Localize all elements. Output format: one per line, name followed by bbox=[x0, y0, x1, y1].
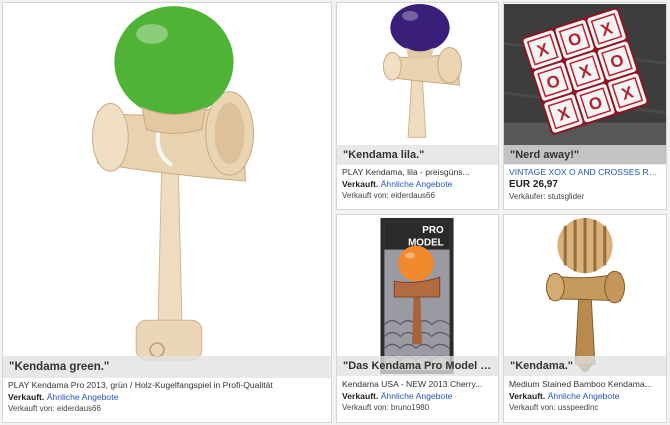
kendama-ball bbox=[390, 3, 450, 52]
listing-caption: "Kendama lila." bbox=[337, 145, 498, 165]
xo-cube-photo: X O XO X OX O X bbox=[504, 3, 666, 165]
listing-card-kendama-pro-model[interactable]: PRO MODEL "Das Kendama Pro Model von K..… bbox=[336, 214, 499, 423]
package-label-pro: PRO bbox=[422, 225, 444, 236]
seller-label: Verkauft von: eiderdaus66 bbox=[8, 404, 101, 413]
similar-offers-link[interactable]: Ähnliche Angebote bbox=[548, 391, 620, 401]
sold-status: Verkauft. bbox=[342, 391, 379, 401]
similar-offers-link[interactable]: Ähnliche Angebote bbox=[381, 179, 453, 189]
listing-caption: "Das Kendama Pro Model von K..." bbox=[337, 356, 498, 376]
listing-info: PLAY Kendama Pro 2013, grün / Holz-Kugel… bbox=[3, 376, 331, 422]
seller-label: Verkauft von: eiderdaus66 bbox=[342, 191, 435, 200]
listing-info: Kendama USA - NEW 2013 Cherry... Verkauf… bbox=[337, 375, 498, 422]
listing-title[interactable]: Kendama USA - NEW 2013 Cherry... bbox=[342, 378, 493, 390]
kendama-ball bbox=[114, 6, 234, 118]
kendama-bamboo-photo bbox=[504, 215, 666, 376]
listing-info: Medium Stained Bamboo Kendama... Verkauf… bbox=[504, 375, 666, 422]
kendama-green-photo bbox=[3, 4, 331, 376]
sold-status: Verkauft. bbox=[8, 392, 45, 402]
listing-image[interactable]: PRO MODEL bbox=[337, 215, 498, 376]
listing-image[interactable]: XOXOXOXOX bbox=[504, 3, 666, 165]
sold-status: Verkauft. bbox=[342, 179, 379, 189]
similar-offers-link[interactable]: Ähnliche Angebote bbox=[381, 391, 453, 401]
kendama-lila-photo bbox=[337, 3, 498, 165]
listing-title[interactable]: VINTAGE XOX O AND CROSSES RUBI... bbox=[509, 166, 661, 178]
listing-info: PLAY Kendama, lila - preisgüns... Verkau… bbox=[337, 163, 498, 209]
listing-price: EUR 26,97 bbox=[509, 179, 558, 190]
seller-label: Verkauft von: bruno1980 bbox=[342, 403, 430, 412]
listing-title[interactable]: PLAY Kendama, lila - preisgüns... bbox=[342, 166, 493, 178]
listing-title[interactable]: PLAY Kendama Pro 2013, grün / Holz-Kugel… bbox=[8, 379, 326, 391]
listing-card-kendama-green[interactable]: "Kendama green." PLAY Kendama Pro 2013, … bbox=[2, 2, 332, 423]
listing-title[interactable]: Medium Stained Bamboo Kendama... bbox=[509, 378, 661, 390]
listing-caption: "Nerd away!" bbox=[504, 145, 666, 165]
listing-caption: "Kendama." bbox=[504, 356, 666, 376]
listing-caption: "Kendama green." bbox=[3, 356, 331, 378]
seller-label: Verkäufer: stutsglider bbox=[509, 192, 585, 201]
listing-status-row: Verkauft. Ähnliche Angebote bbox=[342, 178, 493, 190]
listing-image[interactable] bbox=[337, 3, 498, 165]
similar-offers-link[interactable]: Ähnliche Angebote bbox=[47, 392, 119, 402]
sold-status: Verkauft. bbox=[509, 391, 546, 401]
listing-info: VINTAGE XOX O AND CROSSES RUBI... EUR 26… bbox=[504, 163, 666, 209]
listing-image[interactable] bbox=[504, 215, 666, 376]
listing-card-kendama-lila[interactable]: "Kendama lila." PLAY Kendama, lila - pre… bbox=[336, 2, 499, 210]
listing-card-kendama-bamboo[interactable]: "Kendama." Medium Stained Bamboo Kendama… bbox=[503, 214, 667, 423]
kendama-ball bbox=[398, 245, 434, 282]
kendama-pro-model-photo: PRO MODEL bbox=[337, 215, 498, 376]
listing-status-row: Verkauft. Ähnliche Angebote bbox=[8, 391, 326, 403]
listing-image[interactable] bbox=[3, 3, 331, 377]
listing-card-xo-cube[interactable]: XOXOXOXOX "Nerd away!" VINTAGE XOX O AND… bbox=[503, 2, 667, 210]
listing-status-row: Verkauft. Ähnliche Angebote bbox=[342, 390, 493, 402]
listing-status-row: Verkauft. Ähnliche Angebote bbox=[509, 390, 661, 402]
seller-label: Verkauft von: usspeedinc bbox=[509, 403, 599, 412]
